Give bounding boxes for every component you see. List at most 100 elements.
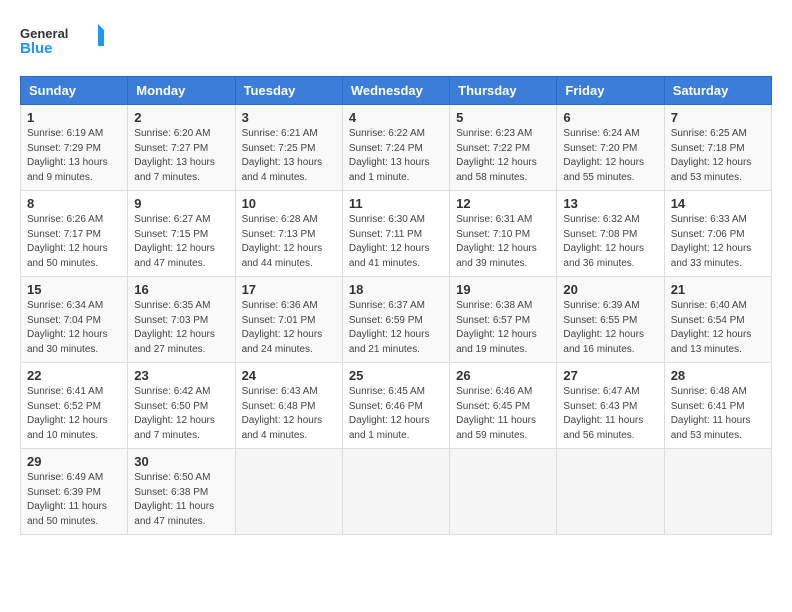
day-number: 13 <box>563 196 657 211</box>
calendar-cell <box>557 449 664 535</box>
calendar-cell: 7 Sunrise: 6:25 AM Sunset: 7:18 PM Daylig… <box>664 105 771 191</box>
logo-svg: General Blue <box>20 20 110 60</box>
day-number: 8 <box>27 196 121 211</box>
day-info: Sunrise: 6:19 AM Sunset: 7:29 PM Dayligh… <box>27 127 121 185</box>
calendar-cell: 13 Sunrise: 6:32 AM Sunset: 7:08 PM Dayli… <box>557 191 664 277</box>
calendar-cell: 26 Sunrise: 6:46 AM Sunset: 6:45 PM Dayli… <box>450 363 557 449</box>
calendar-cell: 1 Sunrise: 6:19 AM Sunset: 7:29 PM Daylig… <box>21 105 128 191</box>
day-number: 6 <box>563 110 657 125</box>
day-number: 20 <box>563 282 657 297</box>
day-info: Sunrise: 6:22 AM Sunset: 7:24 PM Dayligh… <box>349 127 443 185</box>
day-number: 11 <box>349 196 443 211</box>
calendar-cell: 28 Sunrise: 6:48 AM Sunset: 6:41 PM Dayli… <box>664 363 771 449</box>
day-info: Sunrise: 6:21 AM Sunset: 7:25 PM Dayligh… <box>242 127 336 185</box>
day-info: Sunrise: 6:48 AM Sunset: 6:41 PM Dayligh… <box>671 385 765 443</box>
day-info: Sunrise: 6:26 AM Sunset: 7:17 PM Dayligh… <box>27 213 121 271</box>
day-number: 27 <box>563 368 657 383</box>
header-monday: Monday <box>128 77 235 105</box>
header-friday: Friday <box>557 77 664 105</box>
day-info: Sunrise: 6:41 AM Sunset: 6:52 PM Dayligh… <box>27 385 121 443</box>
day-number: 18 <box>349 282 443 297</box>
calendar-cell: 5Sunrise: 6:23 AM Sunset: 7:22 PM Daylig… <box>450 105 557 191</box>
calendar-cell <box>235 449 342 535</box>
calendar-week-row: 1 Sunrise: 6:19 AM Sunset: 7:29 PM Daylig… <box>21 105 772 191</box>
calendar-header-row: SundayMondayTuesdayWednesdayThursdayFrid… <box>21 77 772 105</box>
calendar-week-row: 15 Sunrise: 6:34 AM Sunset: 7:04 PM Dayli… <box>21 277 772 363</box>
calendar-cell: 24Sunrise: 6:43 AM Sunset: 6:48 PM Dayli… <box>235 363 342 449</box>
day-number: 26 <box>456 368 550 383</box>
page-header: General Blue <box>20 20 772 60</box>
day-info: Sunrise: 6:25 AM Sunset: 7:18 PM Dayligh… <box>671 127 765 185</box>
day-info: Sunrise: 6:35 AM Sunset: 7:03 PM Dayligh… <box>134 299 228 357</box>
calendar-table: SundayMondayTuesdayWednesdayThursdayFrid… <box>20 76 772 535</box>
calendar-cell <box>664 449 771 535</box>
day-number: 7 <box>671 110 765 125</box>
calendar-cell: 17 Sunrise: 6:36 AM Sunset: 7:01 PM Dayli… <box>235 277 342 363</box>
calendar-cell: 16 Sunrise: 6:35 AM Sunset: 7:03 PM Dayli… <box>128 277 235 363</box>
logo: General Blue <box>20 20 110 60</box>
calendar-cell: 10 Sunrise: 6:28 AM Sunset: 7:13 PM Dayli… <box>235 191 342 277</box>
day-info: Sunrise: 6:37 AM Sunset: 6:59 PM Dayligh… <box>349 299 443 357</box>
calendar-cell: 3 Sunrise: 6:21 AM Sunset: 7:25 PM Daylig… <box>235 105 342 191</box>
day-info: Sunrise: 6:50 AM Sunset: 6:38 PM Dayligh… <box>134 471 228 529</box>
day-number: 2 <box>134 110 228 125</box>
calendar-cell: 30 Sunrise: 6:50 AM Sunset: 6:38 PM Dayli… <box>128 449 235 535</box>
svg-text:General: General <box>20 26 68 41</box>
calendar-cell: 19Sunrise: 6:38 AM Sunset: 6:57 PM Dayli… <box>450 277 557 363</box>
calendar-cell: 21Sunrise: 6:40 AM Sunset: 6:54 PM Dayli… <box>664 277 771 363</box>
day-number: 15 <box>27 282 121 297</box>
day-number: 22 <box>27 368 121 383</box>
day-info: Sunrise: 6:49 AM Sunset: 6:39 PM Dayligh… <box>27 471 121 529</box>
header-tuesday: Tuesday <box>235 77 342 105</box>
day-info: Sunrise: 6:45 AM Sunset: 6:46 PM Dayligh… <box>349 385 443 443</box>
day-info: Sunrise: 6:28 AM Sunset: 7:13 PM Dayligh… <box>242 213 336 271</box>
calendar-cell: 14 Sunrise: 6:33 AM Sunset: 7:06 PM Dayli… <box>664 191 771 277</box>
calendar-cell: 4 Sunrise: 6:22 AM Sunset: 7:24 PM Daylig… <box>342 105 449 191</box>
calendar-cell: 11 Sunrise: 6:30 AM Sunset: 7:11 PM Dayli… <box>342 191 449 277</box>
day-info: Sunrise: 6:23 AM Sunset: 7:22 PM Dayligh… <box>456 127 550 185</box>
day-info: Sunrise: 6:20 AM Sunset: 7:27 PM Dayligh… <box>134 127 228 185</box>
calendar-cell: 18 Sunrise: 6:37 AM Sunset: 6:59 PM Dayli… <box>342 277 449 363</box>
day-number: 30 <box>134 454 228 469</box>
day-number: 29 <box>27 454 121 469</box>
calendar-week-row: 22 Sunrise: 6:41 AM Sunset: 6:52 PM Dayli… <box>21 363 772 449</box>
day-number: 12 <box>456 196 550 211</box>
day-number: 4 <box>349 110 443 125</box>
calendar-cell: 20 Sunrise: 6:39 AM Sunset: 6:55 PM Dayli… <box>557 277 664 363</box>
calendar-week-row: 8 Sunrise: 6:26 AM Sunset: 7:17 PM Daylig… <box>21 191 772 277</box>
day-info: Sunrise: 6:42 AM Sunset: 6:50 PM Dayligh… <box>134 385 228 443</box>
header-saturday: Saturday <box>664 77 771 105</box>
day-info: Sunrise: 6:47 AM Sunset: 6:43 PM Dayligh… <box>563 385 657 443</box>
day-number: 3 <box>242 110 336 125</box>
day-info: Sunrise: 6:32 AM Sunset: 7:08 PM Dayligh… <box>563 213 657 271</box>
day-info: Sunrise: 6:46 AM Sunset: 6:45 PM Dayligh… <box>456 385 550 443</box>
day-info: Sunrise: 6:38 AM Sunset: 6:57 PM Dayligh… <box>456 299 550 357</box>
day-number: 14 <box>671 196 765 211</box>
calendar-cell: 2 Sunrise: 6:20 AM Sunset: 7:27 PM Daylig… <box>128 105 235 191</box>
day-number: 28 <box>671 368 765 383</box>
day-number: 1 <box>27 110 121 125</box>
day-info: Sunrise: 6:30 AM Sunset: 7:11 PM Dayligh… <box>349 213 443 271</box>
day-number: 10 <box>242 196 336 211</box>
day-info: Sunrise: 6:33 AM Sunset: 7:06 PM Dayligh… <box>671 213 765 271</box>
day-number: 16 <box>134 282 228 297</box>
calendar-cell <box>450 449 557 535</box>
day-info: Sunrise: 6:34 AM Sunset: 7:04 PM Dayligh… <box>27 299 121 357</box>
svg-text:Blue: Blue <box>20 40 53 57</box>
day-number: 23 <box>134 368 228 383</box>
calendar-cell: 8 Sunrise: 6:26 AM Sunset: 7:17 PM Daylig… <box>21 191 128 277</box>
calendar-cell: 22 Sunrise: 6:41 AM Sunset: 6:52 PM Dayli… <box>21 363 128 449</box>
day-info: Sunrise: 6:36 AM Sunset: 7:01 PM Dayligh… <box>242 299 336 357</box>
header-thursday: Thursday <box>450 77 557 105</box>
day-info: Sunrise: 6:39 AM Sunset: 6:55 PM Dayligh… <box>563 299 657 357</box>
calendar-week-row: 29 Sunrise: 6:49 AM Sunset: 6:39 PM Dayli… <box>21 449 772 535</box>
day-info: Sunrise: 6:31 AM Sunset: 7:10 PM Dayligh… <box>456 213 550 271</box>
calendar-cell: 29 Sunrise: 6:49 AM Sunset: 6:39 PM Dayli… <box>21 449 128 535</box>
calendar-cell: 12 Sunrise: 6:31 AM Sunset: 7:10 PM Dayli… <box>450 191 557 277</box>
calendar-cell: 6 Sunrise: 6:24 AM Sunset: 7:20 PM Daylig… <box>557 105 664 191</box>
day-number: 24 <box>242 368 336 383</box>
day-number: 21 <box>671 282 765 297</box>
day-info: Sunrise: 6:24 AM Sunset: 7:20 PM Dayligh… <box>563 127 657 185</box>
day-number: 17 <box>242 282 336 297</box>
calendar-cell <box>342 449 449 535</box>
